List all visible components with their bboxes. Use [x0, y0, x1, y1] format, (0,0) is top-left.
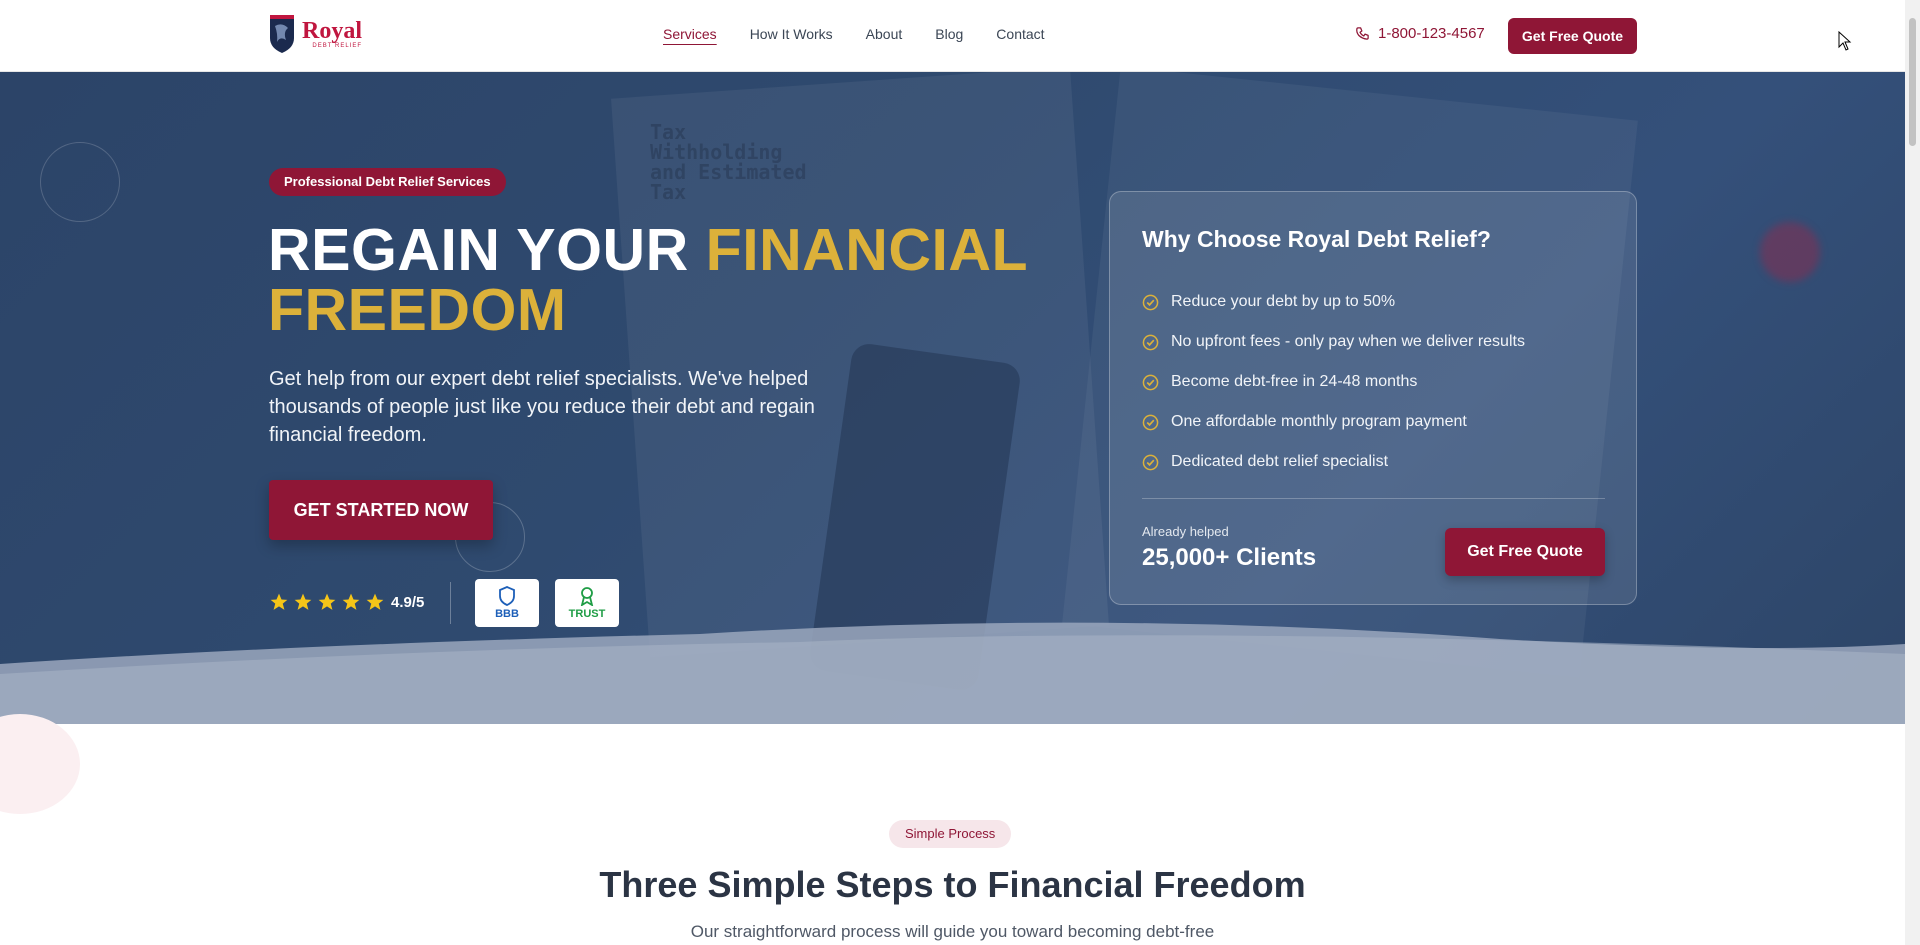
logo-shield-icon	[270, 15, 294, 53]
benefit-item: Reduce your debt by up to 50%	[1142, 282, 1525, 322]
hero-headline: REGAIN YOUR FINANCIAL FREEDOM	[268, 217, 1029, 343]
mouse-cursor-icon	[1838, 31, 1852, 51]
why-choose-card: Why Choose Royal Debt Relief? Reduce you…	[1109, 191, 1637, 605]
background-form-text: Tax Withholding and Estimated Tax	[650, 120, 807, 204]
process-section: Simple Process Three Simple Steps to Fin…	[0, 714, 1905, 945]
star-icon	[294, 593, 312, 610]
logo[interactable]: Royal DEBT RELIEF	[268, 14, 362, 54]
card-title: Why Choose Royal Debt Relief?	[1142, 226, 1491, 252]
benefit-item: One affordable monthly program payment	[1142, 402, 1525, 442]
hero-badge: Professional Debt Relief Services	[269, 168, 506, 196]
logo-wordmark: Royal	[302, 18, 362, 44]
benefits-list: Reduce your debt by up to 50% No upfront…	[1142, 282, 1525, 482]
card-get-quote-button[interactable]: Get Free Quote	[1445, 528, 1605, 576]
phone-number: 1-800-123-4567	[1378, 25, 1485, 42]
decorative-blob	[1760, 222, 1820, 282]
decorative-blob	[0, 714, 80, 814]
rating-value: 4.9/5	[391, 593, 425, 611]
get-started-button[interactable]: GET STARTED NOW	[269, 480, 493, 540]
check-circle-icon	[1142, 334, 1159, 350]
check-circle-icon	[1142, 454, 1159, 470]
nav-how-it-works[interactable]: How It Works	[750, 26, 833, 42]
check-circle-icon	[1142, 294, 1159, 310]
phone-link[interactable]: 1-800-123-4567	[1355, 25, 1485, 42]
award-icon	[580, 587, 594, 606]
rating: 4.9/5	[269, 592, 424, 612]
header-get-quote-button[interactable]: Get Free Quote	[1508, 18, 1637, 54]
process-badge: Simple Process	[889, 820, 1012, 848]
site-header: Royal DEBT RELIEF Services How It Works …	[0, 0, 1905, 72]
logo-subtext: DEBT RELIEF	[312, 43, 362, 49]
hero-section: Tax Withholding and Estimated Tax Profes…	[0, 72, 1905, 724]
helped-label: Already helped	[1142, 524, 1229, 539]
phone-icon	[1356, 27, 1369, 40]
page-scrollbar[interactable]	[1905, 0, 1920, 945]
nav-services[interactable]: Services	[663, 26, 717, 42]
main-nav: Services How It Works About Blog Contact	[663, 26, 1045, 42]
nav-contact[interactable]: Contact	[996, 26, 1044, 42]
nav-about[interactable]: About	[866, 26, 903, 42]
benefit-item: No upfront fees - only pay when we deliv…	[1142, 322, 1525, 362]
star-icon	[342, 593, 360, 610]
process-subtitle: Our straightforward process will guide y…	[690, 922, 1215, 941]
hero-wave	[0, 622, 1905, 724]
scrollbar-thumb[interactable]	[1909, 18, 1916, 146]
nav-blog[interactable]: Blog	[935, 26, 963, 42]
star-icon	[366, 593, 384, 610]
hero-description: Get help from our expert debt relief spe…	[269, 368, 815, 446]
check-circle-icon	[1142, 374, 1159, 390]
card-divider	[1142, 498, 1605, 499]
shield-icon	[499, 586, 515, 606]
check-circle-icon	[1142, 414, 1159, 430]
decorative-ring	[40, 142, 120, 222]
star-icon	[318, 593, 336, 610]
rating-stars	[269, 592, 385, 612]
process-title: Three Simple Steps to Financial Freedom	[599, 864, 1306, 905]
benefit-item: Dedicated debt relief specialist	[1142, 442, 1525, 482]
benefit-item: Become debt-free in 24-48 months	[1142, 362, 1525, 402]
star-icon	[270, 593, 288, 610]
helped-count: 25,000+ Clients	[1142, 544, 1317, 571]
